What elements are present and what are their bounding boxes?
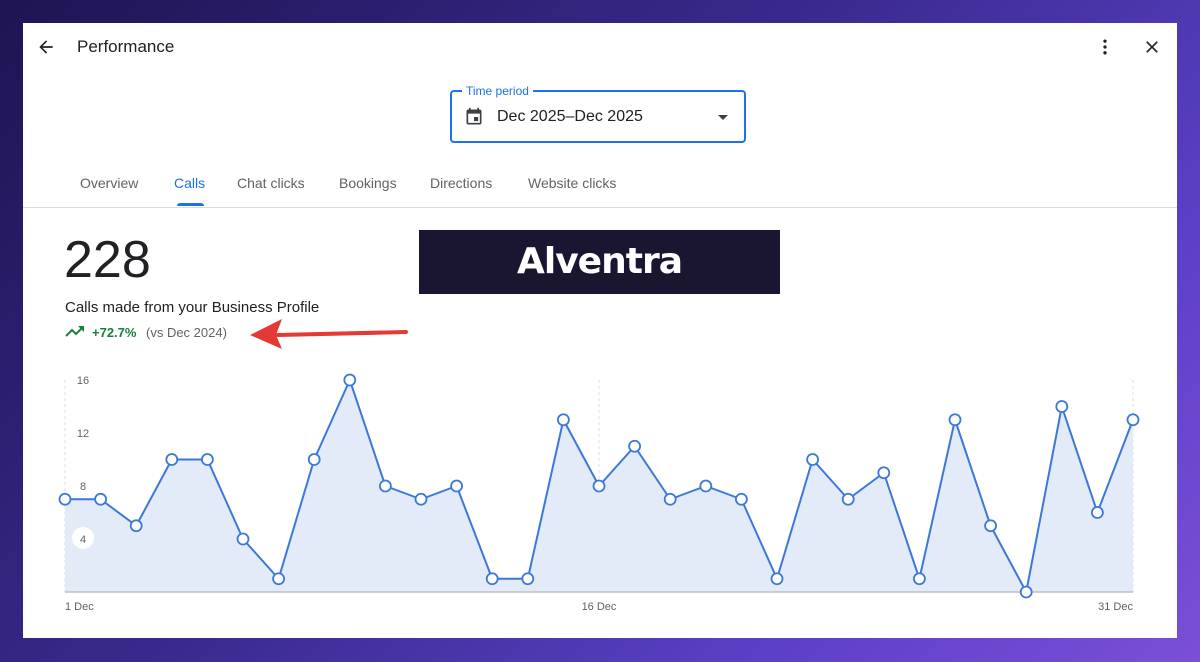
calls-total: 228	[64, 231, 151, 289]
tab-calls[interactable]: Calls	[174, 175, 205, 191]
data-point	[1019, 585, 1033, 599]
dialog-title: Performance	[77, 37, 175, 56]
calendar-icon	[466, 107, 482, 125]
data-point	[948, 413, 962, 427]
data-point	[592, 479, 606, 493]
time-period-label: Time period	[462, 84, 533, 98]
time-period-select[interactable]: Time period Dec 2025–Dec 2025	[450, 84, 746, 143]
data-point	[557, 413, 570, 427]
data-point	[628, 439, 641, 453]
data-point	[735, 492, 748, 506]
y-tick-label: 16	[77, 375, 89, 387]
data-point	[770, 572, 784, 586]
close-icon[interactable]	[1142, 37, 1162, 57]
back-arrow-icon[interactable]	[36, 37, 56, 57]
data-point	[699, 479, 713, 493]
data-point	[1055, 400, 1069, 413]
metric-tabs: Overview Calls Chat clicks Bookings Dire…	[23, 163, 1177, 208]
tab-directions[interactable]: Directions	[430, 175, 492, 191]
data-point	[129, 519, 143, 533]
data-point	[913, 572, 926, 586]
calls-area-chart: 4 8 12 16 1 Dec 16 Dec 31 Dec	[58, 373, 1140, 613]
data-point	[94, 492, 107, 506]
data-point	[806, 453, 819, 466]
dialog-header: Performance	[23, 23, 1177, 73]
alventra-marketing-logo: Alventra Marketing	[419, 230, 780, 346]
performance-dialog: Performance Time period Dec 2025–Dec 202…	[23, 23, 1177, 638]
tab-chat-clicks[interactable]: Chat clicks	[237, 175, 305, 191]
tab-bookings[interactable]: Bookings	[339, 175, 397, 191]
data-point	[877, 466, 891, 480]
data-point	[414, 492, 428, 506]
data-point	[236, 532, 250, 546]
x-tick-label: 16 Dec	[582, 601, 617, 613]
time-period-value: Dec 2025–Dec 2025	[497, 108, 643, 125]
data-point	[841, 492, 855, 506]
dropdown-arrow-icon	[718, 115, 728, 120]
x-tick-label: 31 Dec	[1098, 601, 1133, 613]
data-point	[165, 453, 179, 466]
active-tab-indicator	[177, 203, 204, 206]
tab-overview[interactable]: Overview	[80, 175, 138, 191]
data-point	[1126, 413, 1140, 427]
percent-change: +72.7%	[92, 325, 137, 340]
data-point	[343, 373, 357, 387]
data-point	[450, 479, 464, 493]
trending-up-icon	[65, 326, 84, 337]
y-tick-label: 12	[77, 428, 89, 440]
y-tick-label: 4	[80, 534, 86, 546]
y-tick-label: 8	[80, 481, 86, 493]
data-point	[984, 519, 997, 533]
calls-description: Calls made from your Business Profile	[65, 299, 320, 316]
data-point	[307, 453, 321, 466]
tab-website-clicks[interactable]: Website clicks	[528, 175, 616, 191]
data-point	[485, 572, 499, 586]
data-point	[1091, 506, 1104, 519]
data-point	[521, 572, 535, 586]
data-point	[200, 453, 214, 466]
data-point	[663, 492, 677, 506]
data-point	[272, 572, 286, 586]
annotation-arrow	[250, 319, 408, 349]
data-point	[378, 479, 392, 493]
x-tick-label: 1 Dec	[65, 601, 94, 613]
more-vert-icon[interactable]	[1095, 37, 1115, 57]
data-point	[58, 492, 72, 506]
comparison-period: (vs Dec 2024)	[146, 325, 227, 340]
